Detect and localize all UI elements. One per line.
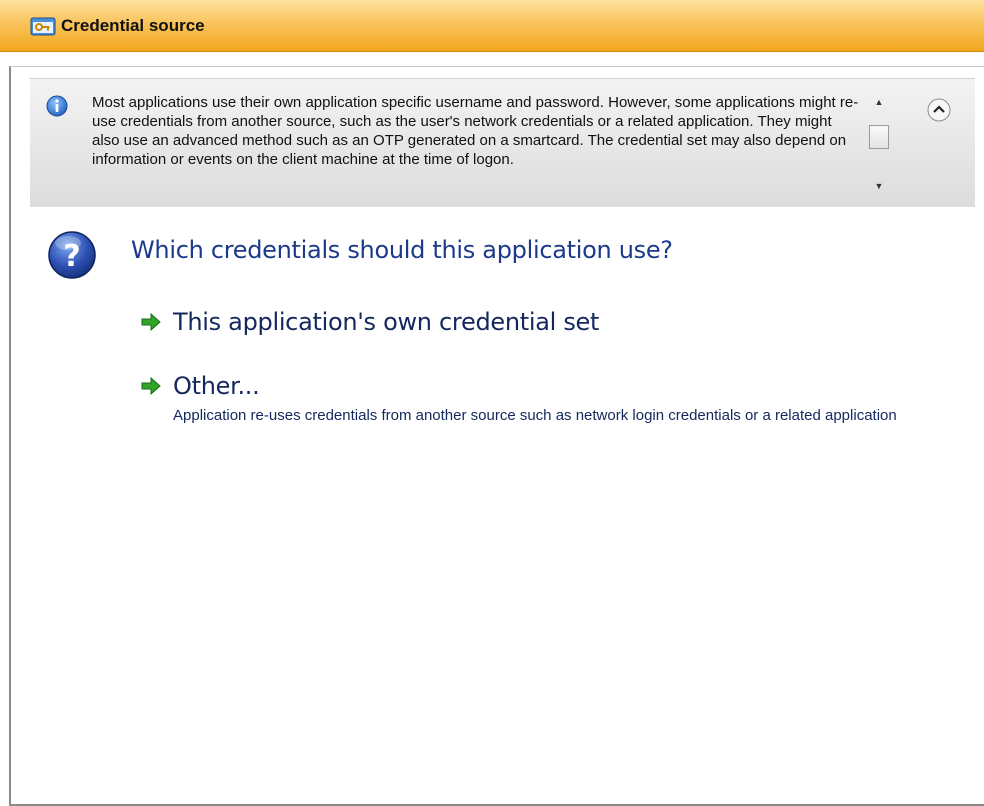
question-heading: Which credentials should this applicatio… — [131, 236, 673, 264]
green-arrow-icon — [141, 376, 161, 396]
option-description: Application re-uses credentials from ano… — [173, 407, 897, 424]
info-panel: Most applications use their own applicat… — [30, 78, 975, 207]
option-own-credential-set[interactable]: This application's own credential set — [139, 308, 639, 344]
info-icon — [46, 95, 68, 117]
scroll-down-icon[interactable]: ▼ — [872, 179, 886, 193]
content-area: Most applications use their own applicat… — [21, 78, 976, 800]
title-bar: Credential source — [0, 0, 984, 52]
scroll-up-icon[interactable]: ▲ — [872, 95, 886, 109]
svg-text:?: ? — [63, 239, 80, 274]
collapse-chevron-icon[interactable] — [926, 97, 952, 123]
option-other[interactable]: Other... Application re-uses credentials… — [139, 372, 939, 452]
option-label[interactable]: This application's own credential set — [173, 308, 599, 336]
info-scrollbar[interactable]: ▲ ▼ — [865, 93, 893, 193]
scroll-thumb[interactable] — [869, 125, 889, 149]
key-window-icon — [30, 17, 56, 35]
green-arrow-icon — [141, 312, 161, 332]
info-text: Most applications use their own applicat… — [92, 94, 859, 168]
question-icon: ? — [48, 231, 96, 279]
page-title: Credential source — [61, 15, 205, 35]
option-label[interactable]: Other... — [173, 372, 260, 400]
